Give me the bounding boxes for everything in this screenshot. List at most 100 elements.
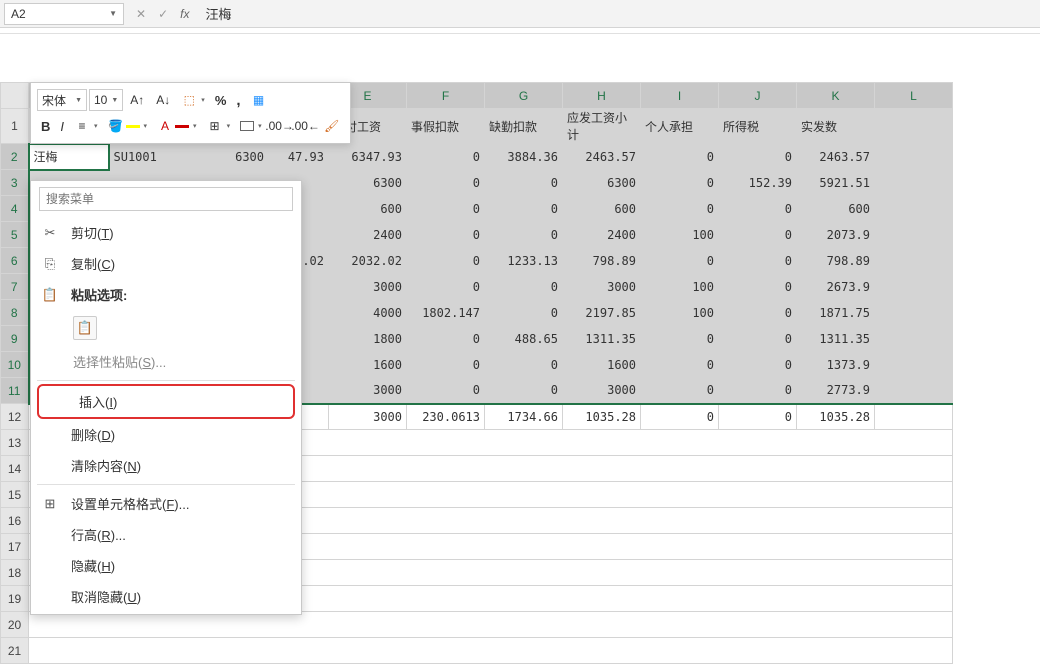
cell[interactable]: 0: [407, 248, 485, 274]
cell[interactable]: 488.65: [485, 326, 563, 352]
cell[interactable]: [875, 378, 953, 404]
cell[interactable]: 798.89: [797, 248, 875, 274]
col-header[interactable]: J: [719, 83, 797, 109]
paste-option-icon[interactable]: 📋: [73, 316, 97, 340]
cell[interactable]: 0: [641, 144, 719, 170]
cell[interactable]: 6300: [189, 144, 269, 170]
cell[interactable]: 0: [719, 300, 797, 326]
row-header[interactable]: 11: [1, 378, 29, 404]
menu-hide[interactable]: 隐藏(H): [31, 550, 301, 581]
row-header[interactable]: 3: [1, 170, 29, 196]
cell[interactable]: [875, 144, 953, 170]
cell[interactable]: 0: [719, 378, 797, 404]
cell[interactable]: 0: [641, 378, 719, 404]
cell[interactable]: 0: [485, 274, 563, 300]
menu-cut[interactable]: ✂ 剪切(T): [31, 217, 301, 248]
cell[interactable]: 3884.36: [485, 144, 563, 170]
row-header[interactable]: 6: [1, 248, 29, 274]
row-header[interactable]: 18: [1, 560, 29, 586]
cell[interactable]: 1802.147: [407, 300, 485, 326]
cell[interactable]: [29, 612, 953, 638]
cell[interactable]: [875, 222, 953, 248]
cell[interactable]: 2400: [329, 222, 407, 248]
active-cell[interactable]: 汪梅: [29, 144, 109, 170]
row-header[interactable]: 12: [1, 404, 29, 430]
cell[interactable]: 798.89: [563, 248, 641, 274]
cell[interactable]: 0: [407, 170, 485, 196]
cell[interactable]: 0: [719, 144, 797, 170]
cell[interactable]: 1600: [563, 352, 641, 378]
row-header[interactable]: 13: [1, 430, 29, 456]
row-header[interactable]: 4: [1, 196, 29, 222]
cell[interactable]: 1800: [329, 326, 407, 352]
cell[interactable]: 0: [719, 352, 797, 378]
col-header[interactable]: L: [875, 83, 953, 109]
cell[interactable]: 事假扣款: [407, 109, 485, 144]
cell[interactable]: 0: [641, 170, 719, 196]
table-format-button[interactable]: ▦: [247, 89, 271, 111]
cell[interactable]: [875, 170, 953, 196]
menu-copy[interactable]: ⎘ 复制(C): [31, 248, 301, 279]
cell[interactable]: 0: [485, 196, 563, 222]
cell[interactable]: 4000: [329, 300, 407, 326]
align-button[interactable]: ≡▾: [70, 115, 102, 137]
cell[interactable]: [875, 352, 953, 378]
cell[interactable]: 0: [719, 404, 797, 430]
row-header[interactable]: 5: [1, 222, 29, 248]
cell[interactable]: 0: [641, 196, 719, 222]
cell[interactable]: 1373.9: [797, 352, 875, 378]
cell[interactable]: [875, 109, 953, 144]
decrease-decimal-button[interactable]: .00←: [294, 115, 318, 137]
percent-button[interactable]: %: [211, 89, 231, 111]
cell[interactable]: 缺勤扣款: [485, 109, 563, 144]
cell[interactable]: 所得税: [719, 109, 797, 144]
menu-delete[interactable]: 删除(D): [31, 419, 301, 450]
cell[interactable]: 2073.9: [797, 222, 875, 248]
cell[interactable]: 0: [407, 222, 485, 248]
row-header[interactable]: 10: [1, 352, 29, 378]
col-header[interactable]: G: [485, 83, 563, 109]
cell[interactable]: 2773.9: [797, 378, 875, 404]
cell[interactable]: 1734.66: [485, 404, 563, 430]
comma-style-button[interactable]: ,: [232, 89, 244, 111]
row-header[interactable]: 19: [1, 586, 29, 612]
cell[interactable]: 0: [719, 274, 797, 300]
cell[interactable]: 0: [407, 326, 485, 352]
increase-font-button[interactable]: A↑: [125, 89, 149, 111]
row-header[interactable]: 16: [1, 508, 29, 534]
cell[interactable]: 0: [485, 300, 563, 326]
cell[interactable]: 600: [797, 196, 875, 222]
row-header[interactable]: 15: [1, 482, 29, 508]
cell[interactable]: 2032.02: [329, 248, 407, 274]
row-header-2[interactable]: 2: [1, 144, 29, 170]
cell[interactable]: 152.39: [719, 170, 797, 196]
select-all-corner[interactable]: [1, 83, 29, 109]
cell[interactable]: 个人承担: [641, 109, 719, 144]
row-header[interactable]: 21: [1, 638, 29, 664]
cell[interactable]: 6300: [563, 170, 641, 196]
cell[interactable]: 600: [329, 196, 407, 222]
bold-button[interactable]: B: [37, 115, 54, 137]
cell[interactable]: 2673.9: [797, 274, 875, 300]
cell[interactable]: 0: [407, 352, 485, 378]
font-select[interactable]: 宋体▼: [37, 89, 87, 111]
name-box[interactable]: A2 ▼: [4, 3, 124, 25]
menu-insert[interactable]: 插入(I): [37, 384, 295, 419]
cell[interactable]: 5921.51: [797, 170, 875, 196]
cell[interactable]: 47.93: [269, 144, 329, 170]
row-header[interactable]: 20: [1, 612, 29, 638]
formula-input[interactable]: 汪梅: [197, 0, 1040, 27]
font-color-button[interactable]: A▾: [153, 115, 201, 137]
cell[interactable]: 实发数: [797, 109, 875, 144]
cell[interactable]: 0: [719, 196, 797, 222]
cell[interactable]: 0: [485, 352, 563, 378]
cell[interactable]: 2463.57: [563, 144, 641, 170]
cell[interactable]: 3000: [329, 378, 407, 404]
cell[interactable]: 6347.93: [329, 144, 407, 170]
cell[interactable]: 0: [719, 248, 797, 274]
fx-icon[interactable]: fx: [180, 7, 189, 21]
cell[interactable]: [875, 404, 953, 430]
menu-paste-special[interactable]: 选择性粘贴(S)...: [31, 346, 301, 377]
cell[interactable]: 2197.85: [563, 300, 641, 326]
cell[interactable]: 0: [641, 404, 719, 430]
